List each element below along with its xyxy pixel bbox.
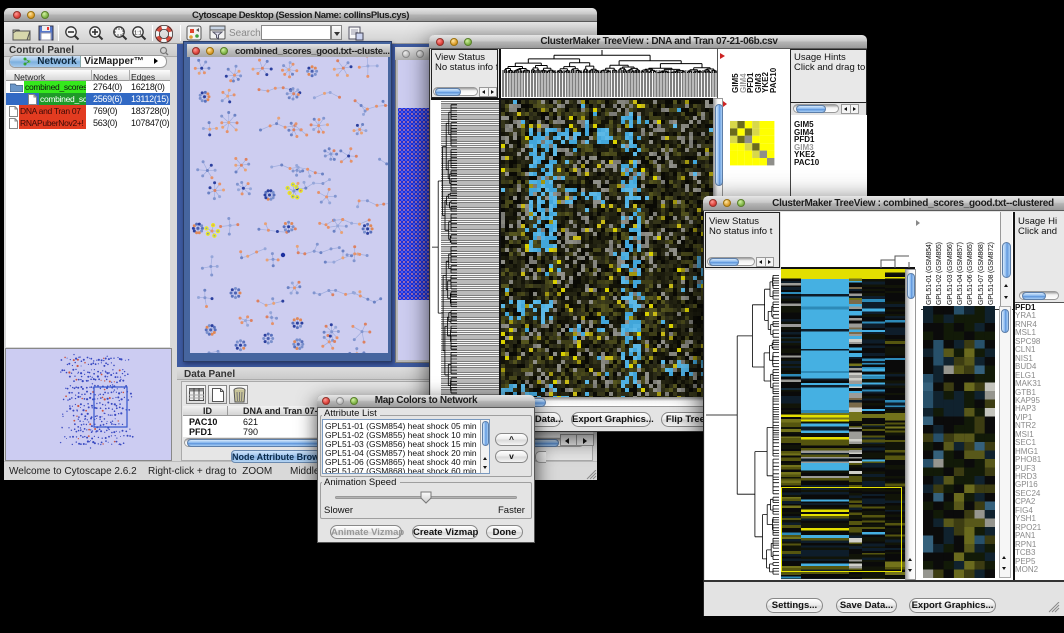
svg-text:1:1: 1:1: [134, 31, 142, 37]
